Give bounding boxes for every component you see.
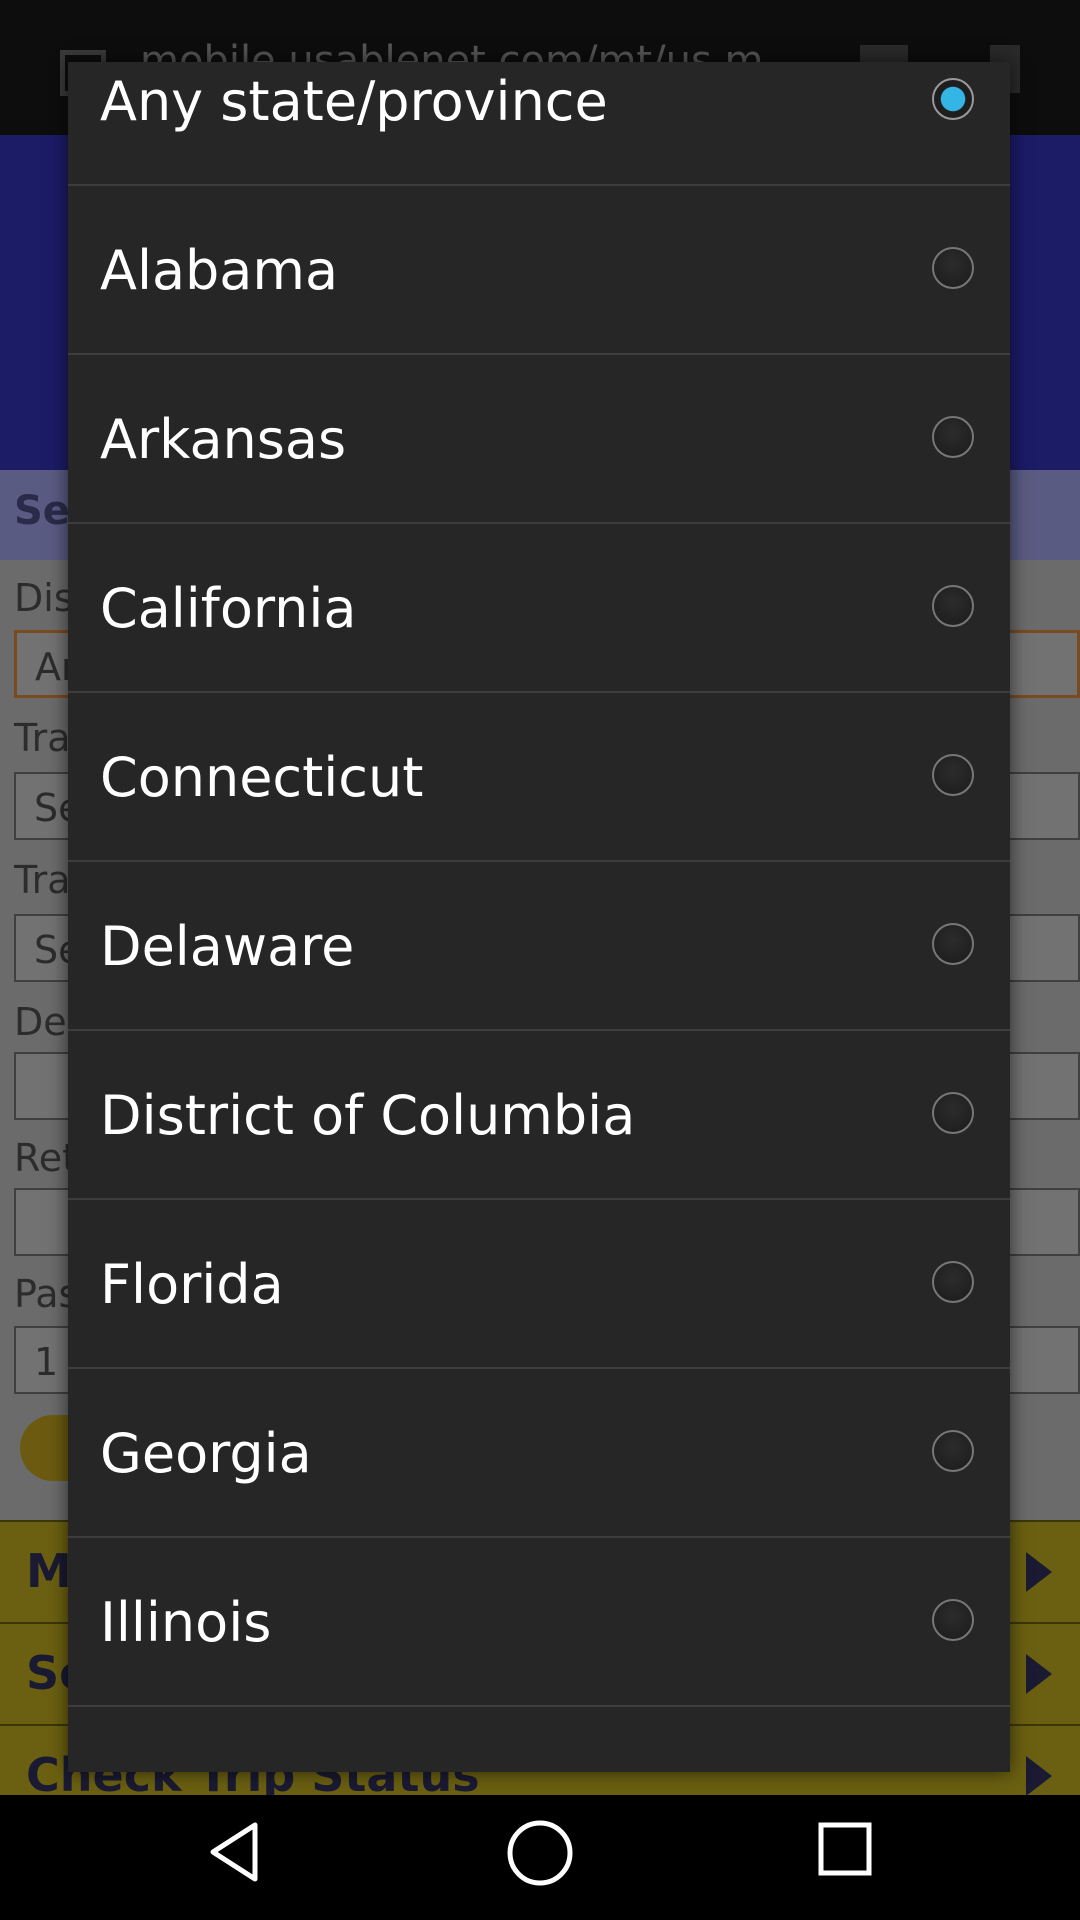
home-button[interactable] (480, 1817, 600, 1897)
state-option[interactable]: Florida (68, 1200, 1010, 1369)
state-option-label: Alabama (100, 239, 339, 302)
state-option[interactable]: Illinois (68, 1538, 1010, 1707)
state-option[interactable]: Delaware (68, 862, 1010, 1031)
state-option[interactable]: Arkansas (68, 355, 1010, 524)
chevron-right-icon (1026, 1552, 1052, 1592)
state-option-label: Georgia (100, 1422, 312, 1485)
state-option-label: Any state/province (100, 70, 608, 133)
back-triangle-icon (210, 1822, 258, 1882)
state-option-label: Florida (100, 1253, 284, 1316)
system-navigation-bar (0, 1795, 1080, 1920)
radio-unchecked-icon[interactable] (932, 923, 974, 965)
state-option[interactable]: Any state/province (68, 62, 1010, 186)
radio-unchecked-icon[interactable] (932, 416, 974, 458)
footer-link-label: M (26, 1544, 72, 1598)
form-label: De (14, 1000, 67, 1044)
state-option[interactable]: District of Columbia (68, 1031, 1010, 1200)
form-label: Tra (14, 858, 71, 902)
recents-square-icon (818, 1822, 872, 1876)
state-picker-dialog: Any state/province Alabama Arkansas Cali… (68, 62, 1010, 1772)
home-circle-icon (507, 1820, 573, 1886)
state-option-list[interactable]: Any state/province Alabama Arkansas Cali… (68, 62, 1010, 1707)
state-option-label: Connecticut (100, 746, 424, 809)
state-option-label: District of Columbia (100, 1084, 636, 1147)
radio-unchecked-icon[interactable] (932, 1261, 974, 1303)
radio-unchecked-icon[interactable] (932, 1599, 974, 1641)
state-option-label: California (100, 577, 357, 640)
state-option[interactable]: Georgia (68, 1369, 1010, 1538)
back-button[interactable] (175, 1817, 295, 1897)
chevron-right-icon (1026, 1756, 1052, 1795)
form-label: Dis (14, 576, 74, 620)
section-title: Se (14, 488, 70, 534)
chevron-right-icon (1026, 1654, 1052, 1694)
radio-unchecked-icon[interactable] (932, 1430, 974, 1472)
radio-unchecked-icon[interactable] (932, 585, 974, 627)
radio-checked-icon[interactable] (932, 78, 974, 120)
state-option-label: Illinois (100, 1591, 272, 1654)
radio-unchecked-icon[interactable] (932, 247, 974, 289)
screen: mobile.usablenet.com/mt/us.m Se Dis Ar T… (0, 0, 1080, 1920)
state-option[interactable]: Alabama (68, 186, 1010, 355)
radio-unchecked-icon[interactable] (932, 1092, 974, 1134)
state-option[interactable]: Connecticut (68, 693, 1010, 862)
state-option-label: Arkansas (100, 408, 347, 471)
form-label: Tra (14, 716, 71, 760)
state-option[interactable]: California (68, 524, 1010, 693)
recents-button[interactable] (785, 1817, 905, 1897)
radio-unchecked-icon[interactable] (932, 754, 974, 796)
state-option-label: Delaware (100, 915, 355, 978)
